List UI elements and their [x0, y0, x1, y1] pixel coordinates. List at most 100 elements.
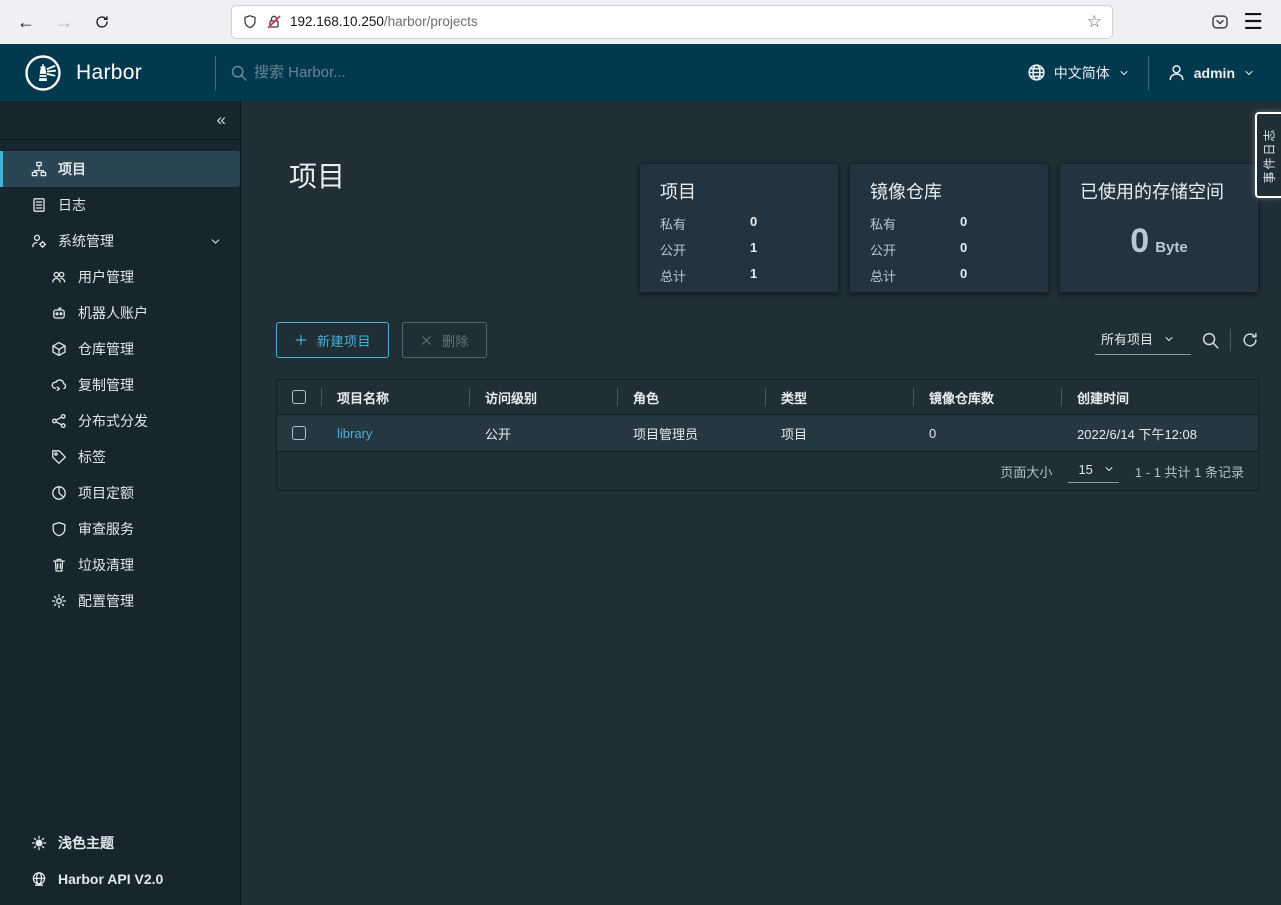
sidebar-item-label: 日志 — [58, 195, 86, 215]
sidebar-item-distribution[interactable]: 分布式分发 — [0, 403, 240, 439]
event-log-tab-label: 事件日志 — [1261, 127, 1278, 183]
cell-access-level: 公开 — [469, 424, 617, 443]
projects-table: 项目名称 访问级别 角色 类型 镜像仓库数 创建时间 library 公开 项目… — [276, 379, 1259, 491]
sidebar-item-label: 垃圾清理 — [78, 555, 134, 575]
users-icon — [51, 269, 67, 285]
browser-forward-button[interactable]: → — [48, 6, 80, 38]
user-icon — [1167, 63, 1186, 82]
tag-icon — [51, 449, 67, 465]
sun-icon — [31, 835, 47, 851]
cell-type: 项目 — [765, 424, 913, 443]
globe-icon — [1027, 63, 1046, 82]
sidebar-item-label: 项目 — [58, 159, 86, 179]
gear-icon — [51, 593, 67, 609]
global-search[interactable] — [230, 64, 1027, 82]
quota-pie-icon — [51, 485, 67, 501]
log-list-icon — [31, 197, 47, 213]
address-bar[interactable]: 192.168.10.250/harbor/projects ☆ — [232, 6, 1112, 38]
sidebar-item-projects[interactable]: 项目 — [0, 151, 240, 187]
column-header-repo-count[interactable]: 镜像仓库数 — [913, 388, 1061, 407]
sidebar-item-label: 机器人账户 — [78, 303, 148, 323]
project-toolbar: 新建项目 删除 所有项目 — [276, 322, 1259, 358]
sidebar-item-label: 浅色主题 — [58, 833, 114, 853]
sidebar-item-project-quotas[interactable]: 项目定额 — [0, 475, 240, 511]
refresh-icon[interactable] — [1241, 331, 1259, 349]
org-chart-icon — [31, 161, 47, 177]
tracking-shield-icon[interactable] — [242, 14, 258, 30]
sidebar-item-robot-accounts[interactable]: 机器人账户 — [0, 295, 240, 331]
cloud-sync-icon — [51, 377, 67, 393]
insecure-lock-icon[interactable] — [266, 14, 282, 30]
pocket-icon[interactable] — [1211, 13, 1229, 31]
sidebar-item-label: 项目定额 — [78, 483, 134, 503]
storage-used-unit: Byte — [1155, 239, 1188, 256]
table-header-row: 项目名称 访问级别 角色 类型 镜像仓库数 创建时间 — [277, 380, 1258, 414]
storage-used-value: 0 — [1130, 222, 1149, 260]
harbor-header: Harbor 中文简体 admin — [0, 44, 1281, 101]
cell-role: 项目管理员 — [617, 424, 765, 443]
column-header-type[interactable]: 类型 — [765, 388, 913, 407]
url-text[interactable]: 192.168.10.250/harbor/projects — [290, 13, 1079, 31]
browser-reload-button[interactable] — [86, 6, 118, 38]
new-project-button[interactable]: 新建项目 — [276, 322, 389, 358]
sidebar-item-interrogation-services[interactable]: 审查服务 — [0, 511, 240, 547]
chevron-down-icon — [1163, 333, 1175, 345]
user-menu[interactable]: admin — [1167, 63, 1255, 82]
chevron-down-icon — [209, 235, 222, 248]
sidebar-item-replications[interactable]: 复制管理 — [0, 367, 240, 403]
sidebar-collapse-button[interactable]: « — [217, 110, 226, 130]
sidebar-item-harbor-api[interactable]: Harbor API V2.0 — [0, 861, 240, 897]
harbor-logo-icon — [24, 54, 62, 92]
event-log-tab[interactable]: 事件日志 — [1255, 112, 1281, 198]
search-icon — [230, 64, 248, 82]
table-row[interactable]: library 公开 项目管理员 项目 0 2022/6/14 下午12:08 — [277, 414, 1258, 452]
browser-toolbar: ← → 192.168.10.250/harbor/projects ☆ ☰ — [0, 0, 1281, 44]
global-search-input[interactable] — [254, 64, 554, 81]
column-header-name[interactable]: 项目名称 — [321, 388, 469, 407]
menu-hamburger-icon[interactable]: ☰ — [1243, 11, 1263, 33]
bookmark-star-icon[interactable]: ☆ — [1087, 12, 1102, 32]
sidebar-item-label: 用户管理 — [78, 267, 134, 287]
header-divider — [215, 56, 216, 90]
row-checkbox[interactable] — [292, 426, 306, 440]
sidebar-item-users[interactable]: 用户管理 — [0, 259, 240, 295]
page-title: 项目 — [289, 155, 639, 293]
cell-repo-count: 0 — [913, 426, 1061, 441]
header-divider — [1148, 56, 1149, 90]
sidebar-item-label: 复制管理 — [78, 375, 134, 395]
language-label: 中文简体 — [1054, 63, 1110, 83]
robot-icon — [51, 305, 67, 321]
main-content: 事件日志 项目 项目 私有0 公开1 总计1 镜像仓库 私有0 公开0 总计0 … — [241, 101, 1281, 905]
sidebar-item-registries[interactable]: 仓库管理 — [0, 331, 240, 367]
reload-icon — [94, 14, 110, 30]
select-all-checkbox[interactable] — [292, 390, 306, 404]
project-link[interactable]: library — [337, 426, 372, 441]
sidebar: « 项目 日志 系统管理 用户管理 — [0, 101, 241, 905]
sidebar-item-administration[interactable]: 系统管理 — [0, 223, 240, 259]
browser-back-button[interactable]: ← — [10, 6, 42, 38]
cube-icon — [51, 341, 67, 357]
sidebar-item-label: 仓库管理 — [78, 339, 134, 359]
brand-name: Harbor — [76, 61, 142, 85]
sidebar-item-logs[interactable]: 日志 — [0, 187, 240, 223]
trash-icon — [51, 557, 67, 573]
delete-project-button[interactable]: 删除 — [402, 322, 487, 358]
column-header-role[interactable]: 角色 — [617, 388, 765, 407]
card-title: 镜像仓库 — [870, 178, 1028, 204]
chevron-down-icon — [1118, 67, 1130, 79]
page-size-select[interactable]: 15 — [1068, 460, 1118, 483]
projects-stat-card: 项目 私有0 公开1 总计1 — [639, 163, 839, 293]
column-header-access-level[interactable]: 访问级别 — [469, 388, 617, 407]
sidebar-item-garbage-collection[interactable]: 垃圾清理 — [0, 547, 240, 583]
sidebar-item-configuration[interactable]: 配置管理 — [0, 583, 240, 619]
table-footer: 页面大小 15 1 - 1 共计 1 条记录 — [277, 452, 1258, 490]
sidebar-item-labels[interactable]: 标签 — [0, 439, 240, 475]
search-icon[interactable] — [1201, 331, 1220, 350]
project-type-filter[interactable]: 所有项目 — [1095, 325, 1191, 355]
column-header-creation-time[interactable]: 创建时间 — [1061, 388, 1258, 407]
sidebar-item-label: 分布式分发 — [78, 411, 148, 431]
harbor-brand[interactable]: Harbor — [0, 54, 215, 92]
language-selector[interactable]: 中文简体 — [1027, 63, 1130, 83]
sidebar-item-light-theme[interactable]: 浅色主题 — [0, 825, 240, 861]
sidebar-item-label: 系统管理 — [58, 231, 114, 251]
